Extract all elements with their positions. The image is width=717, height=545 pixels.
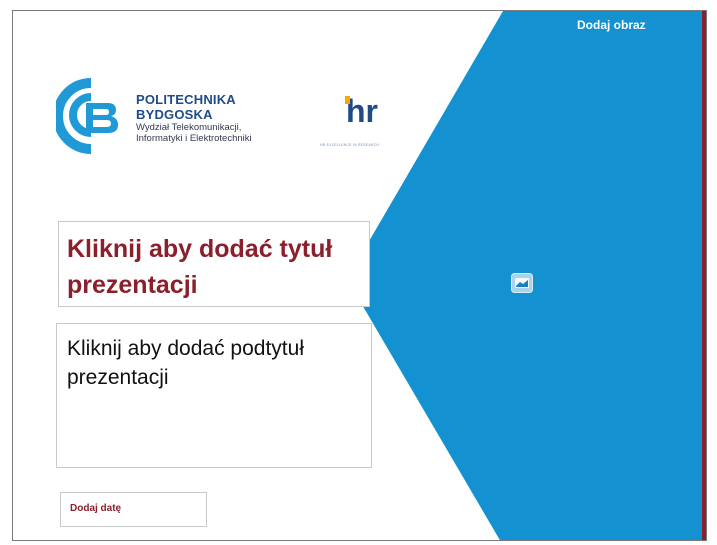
subtitle-placeholder[interactable]: Kliknij aby dodać podtytuł prezentacji	[56, 323, 372, 468]
date-placeholder-text: Dodaj datę	[70, 503, 122, 514]
pb-logo-icon	[56, 78, 118, 154]
logo-name-line1: POLITECHNIKA	[136, 92, 236, 107]
hr-caption: HR EXCELLENCE IN RESEARCH	[320, 143, 380, 147]
image-icon[interactable]	[511, 273, 533, 293]
title-placeholder[interactable]: Kliknij aby dodać tytuł prezentacji	[58, 221, 370, 307]
university-logo-text: POLITECHNIKA BYDGOSKA Wydział Telekomuni…	[136, 92, 252, 145]
date-placeholder[interactable]: Dodaj datę	[60, 492, 207, 527]
subtitle-placeholder-text: Kliknij aby dodać podtytuł prezentacji	[67, 337, 304, 390]
title-slide: Dodaj obraz POLITECHNIKA BYDGOSKA Wydzia…	[12, 10, 707, 541]
hr-badge-text: hr	[346, 94, 378, 129]
add-image-button[interactable]: Dodaj obraz	[577, 18, 646, 32]
logo-faculty-line2: Informatyki i Elektrotechniki	[136, 132, 252, 144]
title-placeholder-text: Kliknij aby dodać tytuł prezentacji	[67, 235, 333, 300]
logo-name-line2: BYDGOSKA	[136, 106, 213, 122]
hr-excellence-logo-icon: hr	[345, 94, 378, 129]
